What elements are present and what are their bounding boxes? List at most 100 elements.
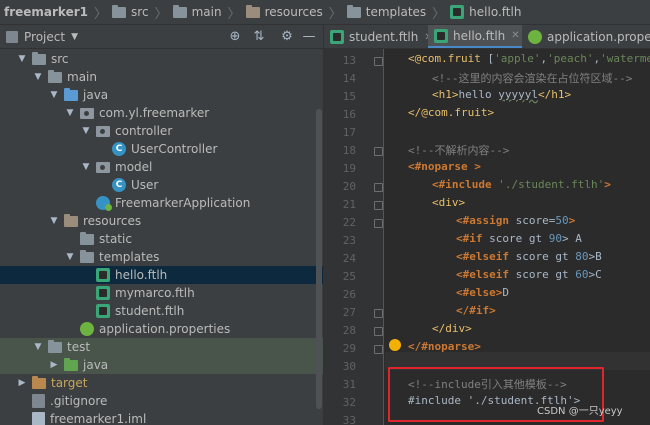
chevron-right-icon[interactable]: ▶ [16, 378, 28, 388]
tree-item-test-java[interactable]: ▶ java [0, 356, 323, 374]
tree-item-label: resources [83, 214, 142, 228]
tree-item-student-ftlh[interactable]: student.ftlh [0, 302, 323, 320]
editor: student.ftlh✕ hello.ftlh ✕ application.pr… [323, 25, 650, 425]
ftl-file-icon [96, 304, 110, 318]
code-line-13[interactable]: <@com.fruit ['apple','peach','watermelon… [408, 52, 650, 65]
line-number: 22 [342, 216, 356, 229]
tree-item-resources[interactable]: ▼ resources [0, 212, 323, 230]
tree-item-target[interactable]: ▶ target [0, 374, 323, 392]
code-token: com.fruit [421, 52, 481, 65]
code-line-15[interactable]: <h1>hello yyyyyl</h1> [432, 88, 571, 101]
fold-marker-icon[interactable] [374, 201, 383, 210]
chevron-right-icon[interactable]: ▶ [48, 360, 60, 370]
code-token: >B [588, 250, 602, 263]
chevron-down-icon[interactable]: ▼ [80, 126, 92, 136]
code-line-26[interactable]: <#else>D [456, 286, 509, 299]
breadcrumb: freemarker1 〉 src 〉 main 〉 resources 〉 templ… [0, 0, 650, 25]
tree-item-iml[interactable]: freemarker1.iml [0, 410, 323, 425]
hide-icon[interactable]: — [302, 30, 316, 44]
code-line-19[interactable]: <#noparse > [408, 160, 481, 173]
chevron-down-icon[interactable]: ▼ [16, 54, 28, 64]
code-token: 60 [575, 268, 589, 281]
code-token: 50 [555, 214, 569, 227]
breadcrumb-resources[interactable]: resources 〉 [245, 0, 347, 24]
chevron-down-icon[interactable]: ▼ [64, 252, 76, 262]
scrollbar-thumb[interactable] [316, 109, 322, 409]
tree-item-label: java [83, 358, 109, 372]
chevron-down-icon[interactable]: ▼ [48, 90, 60, 100]
tree-item-src[interactable]: ▼ src [0, 50, 323, 68]
breadcrumb-file[interactable]: hello.ftlh [450, 0, 521, 24]
tree-item-package[interactable]: ▼ com.yl.freemarker [0, 104, 323, 122]
code-line-25[interactable]: <#elseif score gt 60>C [456, 268, 602, 281]
tree-item-templates[interactable]: ▼ templates [0, 248, 323, 266]
fold-marker-icon[interactable] [374, 309, 383, 318]
project-view-selector[interactable]: Project [24, 30, 65, 44]
chevron-down-icon[interactable]: ▼ [80, 162, 92, 172]
chevron-right-icon: 〉 [94, 6, 108, 22]
collapse-all-icon[interactable]: ⇅ [252, 30, 266, 44]
chevron-down-icon[interactable]: ▼ [48, 216, 60, 226]
breadcrumb-project-label: freemarker1 [4, 5, 88, 19]
tree-item-mymarco-ftlh[interactable]: mymarco.ftlh [0, 284, 323, 302]
tree-item-label: model [115, 160, 153, 174]
breadcrumb-main[interactable]: main 〉 [172, 0, 246, 24]
chevron-down-icon[interactable]: ▼ [32, 342, 44, 352]
caret-down-icon[interactable]: ▼ [71, 32, 78, 42]
code-line-28[interactable]: </div> [432, 322, 472, 335]
code-token: <#elseif [456, 250, 509, 263]
code-line-20[interactable]: <#include './student.ftlh'> [432, 178, 611, 191]
tree-item-label: mymarco.ftlh [115, 286, 195, 300]
chevron-right-icon: 〉 [154, 6, 168, 22]
tab-hello-ftlh[interactable]: hello.ftlh ✕ [428, 25, 522, 48]
code-line-24[interactable]: <#elseif score gt 80>B [456, 250, 602, 263]
chevron-down-icon[interactable]: ▼ [32, 72, 44, 82]
tree-item-test[interactable]: ▼ test [0, 338, 323, 356]
line-number: 31 [342, 378, 356, 391]
chevron-down-icon[interactable]: ▼ [64, 108, 76, 118]
breadcrumb-project[interactable]: freemarker1 〉 [4, 0, 112, 24]
code-line-22[interactable]: <#assign score=50> [456, 214, 575, 227]
code-token: <#if [456, 232, 483, 245]
code-token: <@ [408, 52, 422, 65]
project-panel-header: Project ▼ ⊕ ⇅ ⚙ — [0, 25, 323, 49]
tree-item-hello-ftlh[interactable]: hello.ftlh [0, 266, 323, 284]
tree-item-java[interactable]: ▼ java [0, 86, 323, 104]
tree-item-user[interactable]: C User [0, 176, 323, 194]
fold-marker-icon[interactable] [374, 183, 383, 192]
breadcrumb-src[interactable]: src 〉 [112, 0, 173, 24]
code-line-14[interactable]: <!--这里的内容会渲染在占位符区域--> [432, 70, 632, 86]
ftl-file-icon [96, 286, 110, 300]
close-icon[interactable]: ✕ [511, 30, 519, 41]
code-line-21[interactable]: <div> [432, 196, 465, 209]
code-token: >C [588, 268, 602, 281]
locate-icon[interactable]: ⊕ [228, 30, 242, 44]
tree-item-usercontroller[interactable]: C UserController [0, 140, 323, 158]
tree-item-freemarkerapplication[interactable]: FreemarkerApplication [0, 194, 323, 212]
tab-application-properties[interactable]: application.properties [522, 25, 650, 48]
code-line-23[interactable]: <#if score gt 90> A [456, 232, 582, 245]
tree-item-controller[interactable]: ▼ controller [0, 122, 323, 140]
tree-item-model[interactable]: ▼ model [0, 158, 323, 176]
code-line-29[interactable]: </#noparse> [408, 340, 481, 353]
breadcrumb-templates[interactable]: templates 〉 [346, 0, 450, 24]
fold-marker-icon[interactable] [374, 219, 383, 228]
code-line-16[interactable]: </@com.fruit> [408, 106, 494, 119]
project-scrollbar[interactable] [316, 49, 322, 425]
fold-marker-icon[interactable] [374, 147, 383, 156]
lightbulb-icon[interactable] [389, 339, 401, 351]
code-token: </#noparse> [408, 340, 481, 353]
code-line-27[interactable]: </#if> [456, 304, 496, 317]
line-number: 24 [342, 252, 356, 265]
tree-item-static[interactable]: static [0, 230, 323, 248]
tab-student-ftlh[interactable]: student.ftlh✕ [324, 25, 433, 48]
fold-marker-icon[interactable] [374, 57, 383, 66]
tree-item-main[interactable]: ▼ main [0, 68, 323, 86]
fold-marker-icon[interactable] [374, 345, 383, 354]
fold-marker-icon[interactable] [374, 327, 383, 336]
tree-item-gitignore[interactable]: .gitignore [0, 392, 323, 410]
tree-item-application-properties[interactable]: application.properties [0, 320, 323, 338]
gear-icon[interactable]: ⚙ [280, 30, 294, 44]
code-line-18[interactable]: <!--不解析内容--> [408, 142, 509, 158]
properties-file-icon [80, 322, 94, 336]
